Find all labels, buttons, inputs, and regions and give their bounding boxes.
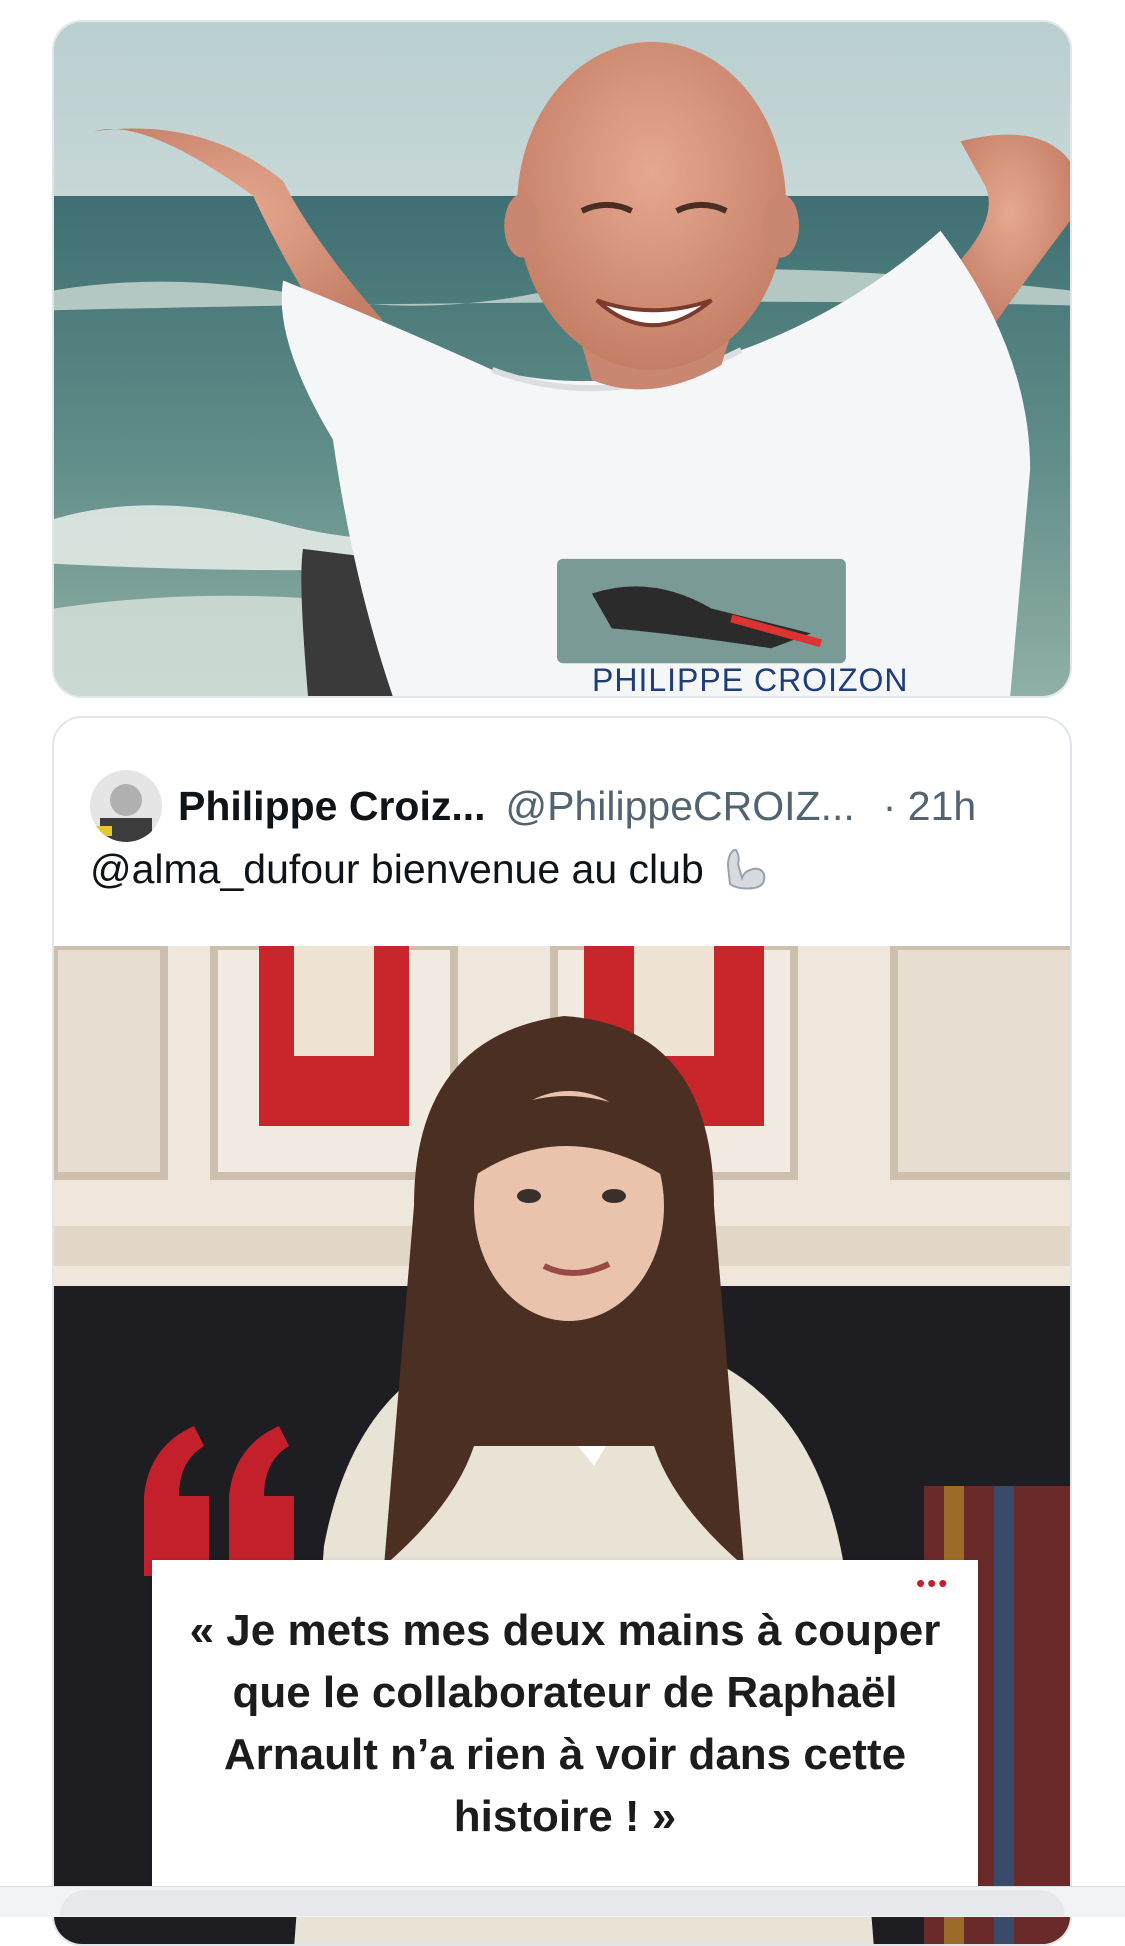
author-avatar[interactable]	[90, 770, 162, 842]
bottom-sheet-handle[interactable]	[60, 1890, 1065, 1916]
quoted-tweet-text-row: @alma_dufour bienvenue au club	[90, 844, 770, 894]
quoted-tweet-text: @alma_dufour bienvenue au club	[90, 845, 704, 892]
dots-decoration-icon: •••	[916, 1568, 950, 1598]
quote-text: « Je mets mes deux mains à couper que le…	[189, 1606, 941, 1841]
shirt-print-caption: PHILIPPE CROIZON	[592, 662, 909, 698]
tweet-timestamp[interactable]: · 21h	[883, 783, 976, 830]
quoted-tweet-header: Philippe Croiz... @PhilippeCROIZ... · 21…	[90, 770, 1050, 842]
quoted-tweet-image[interactable]: « Je mets mes deux mains à couper que le…	[54, 946, 1070, 1944]
author-name[interactable]: Philippe Croiz...	[178, 783, 486, 830]
quote-box: « Je mets mes deux mains à couper que le…	[152, 1560, 978, 1890]
quotation-mark-icon	[144, 1426, 294, 1576]
quoted-tweet-card[interactable]: Philippe Croiz... @PhilippeCROIZ... · 21…	[52, 716, 1072, 1946]
flexed-biceps-icon	[726, 849, 766, 890]
seaside-photo	[54, 22, 1070, 696]
author-handle[interactable]: @PhilippeCROIZ...	[506, 783, 855, 830]
tweet-media-photo[interactable]: PHILIPPE CROIZON	[52, 20, 1072, 698]
